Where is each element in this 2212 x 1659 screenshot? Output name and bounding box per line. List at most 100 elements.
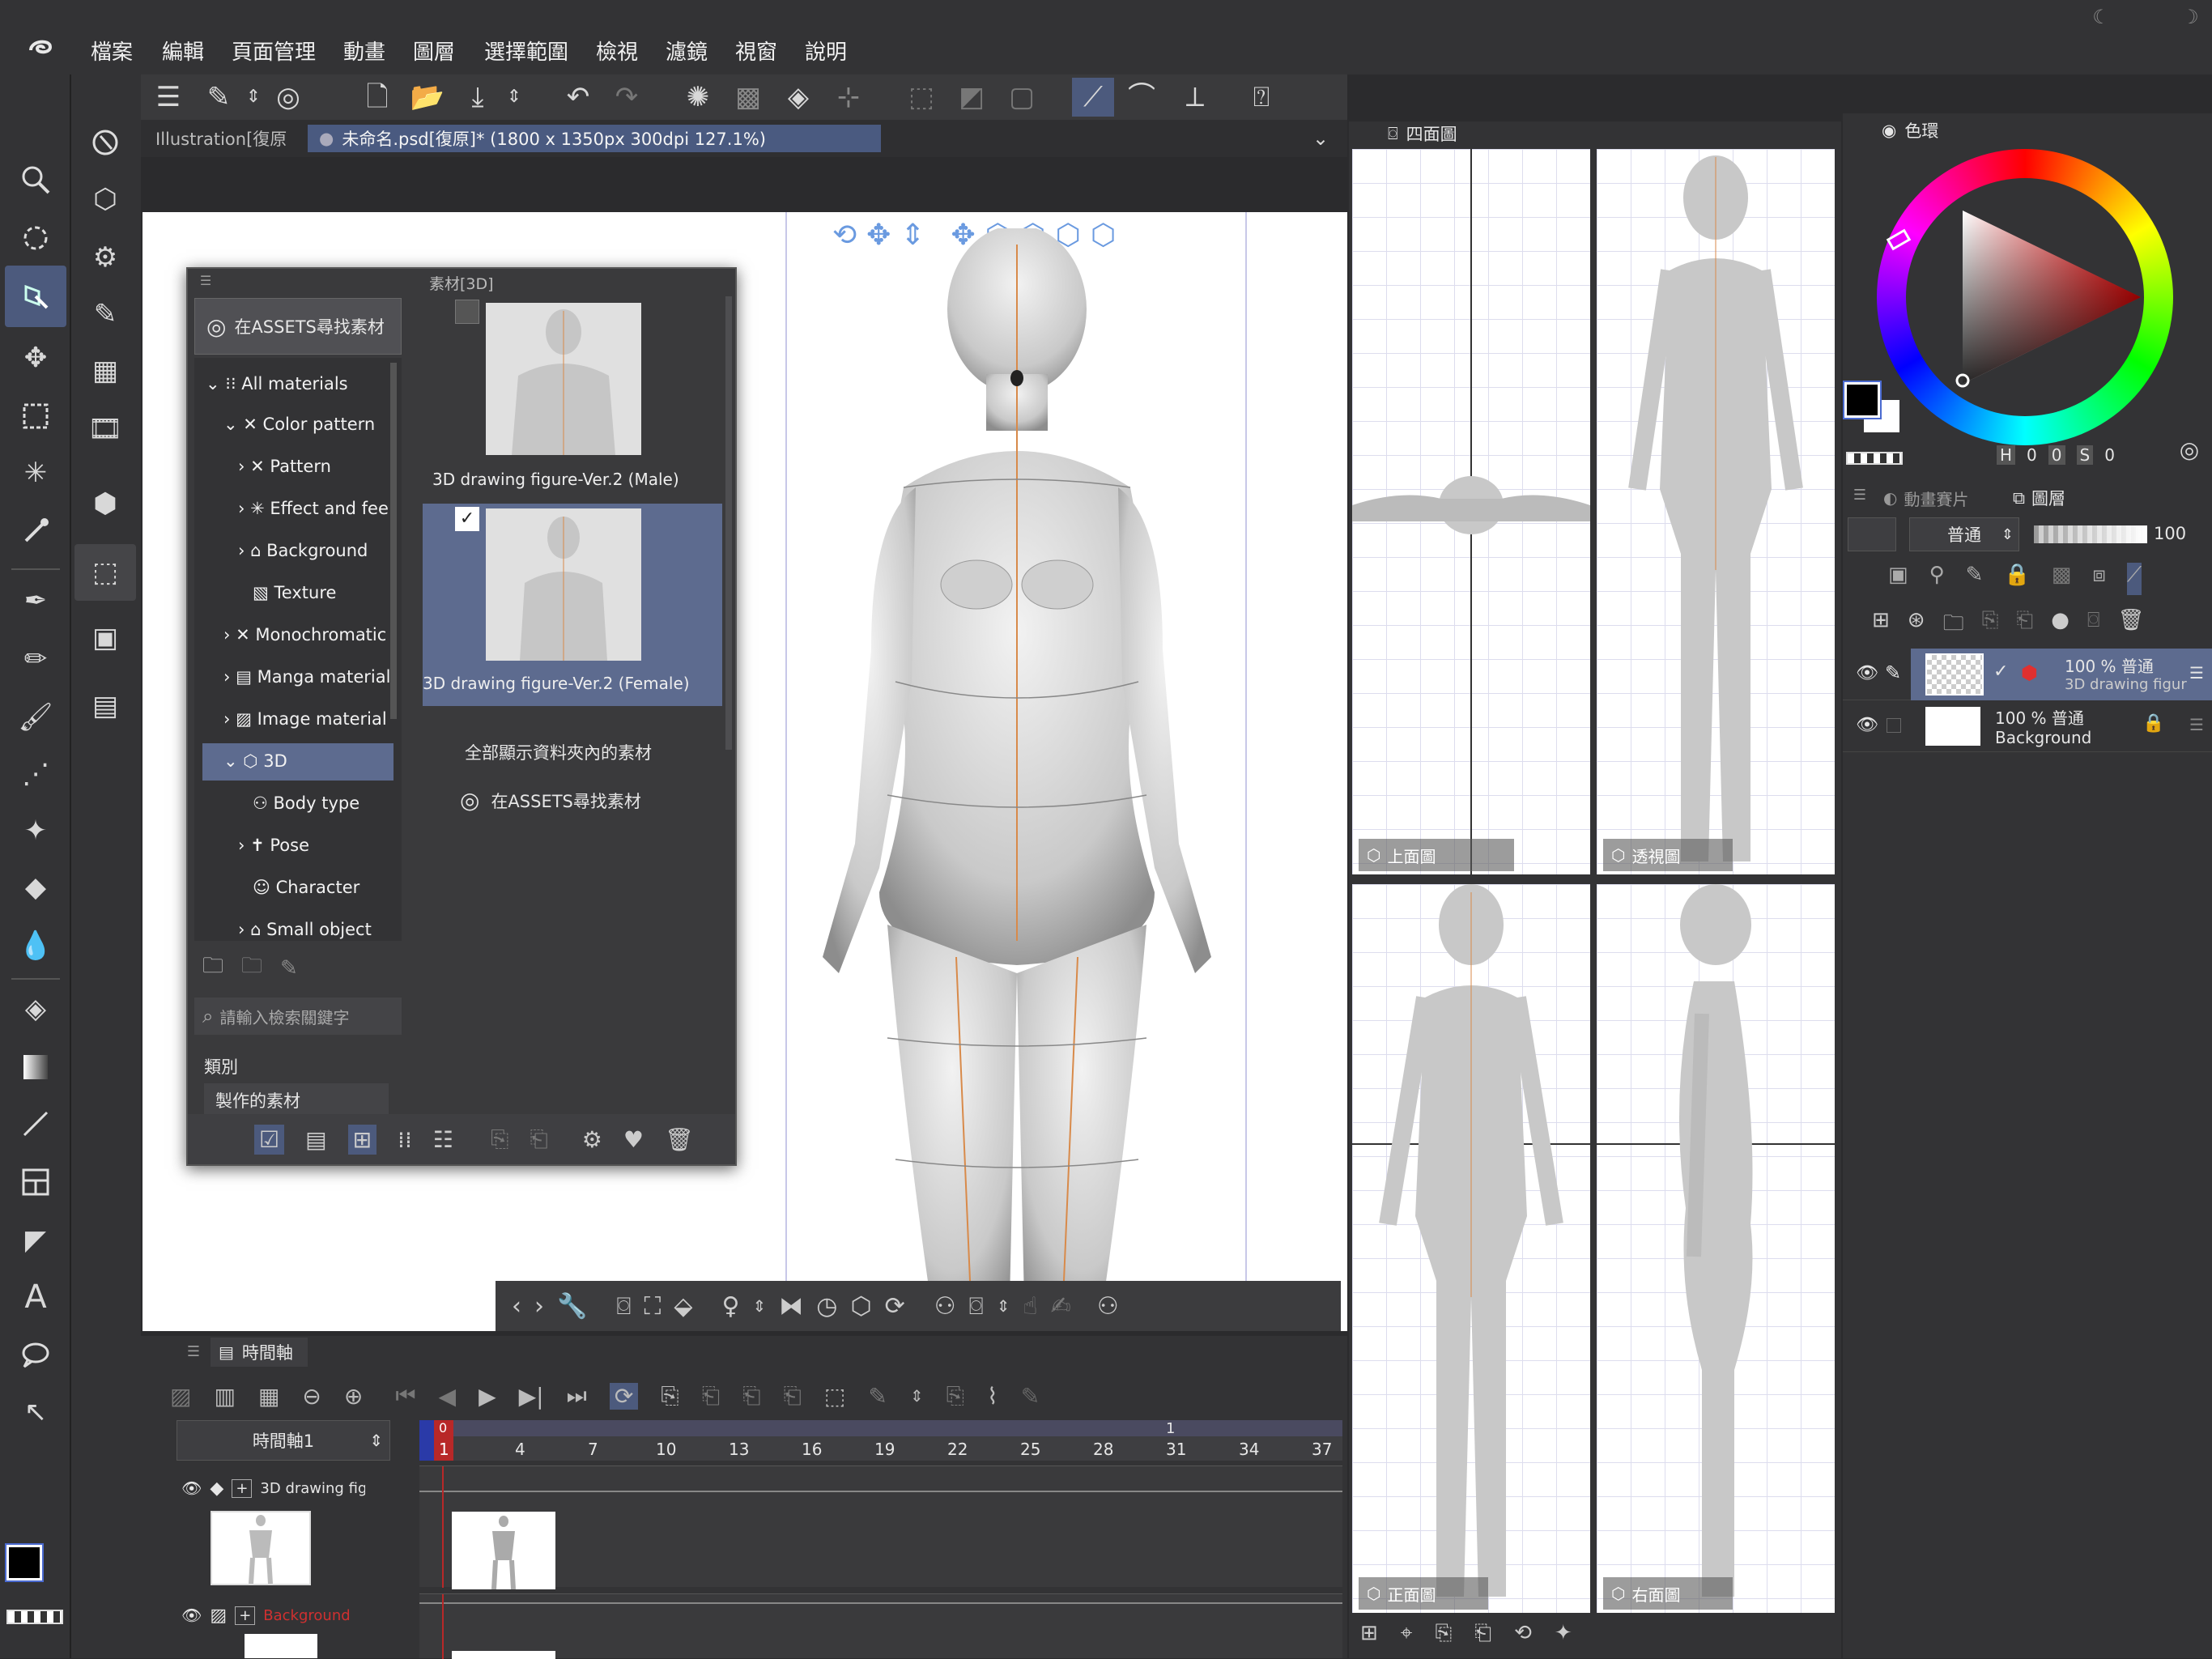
keyframe-copy-icon[interactable]: ⎘ <box>946 1382 964 1410</box>
layer-property-icon[interactable]: ▣ <box>81 614 130 662</box>
eye-icon[interactable]: 👁 <box>1856 715 1878 735</box>
spiral-icon[interactable]: ◎ <box>272 81 304 113</box>
save-icon[interactable]: ⤓ <box>462 81 494 113</box>
material-list-scrollbar[interactable] <box>725 296 732 750</box>
reset-icon[interactable]: ⟳ <box>885 1292 905 1321</box>
flip-icon[interactable]: ⧓ <box>779 1292 803 1321</box>
center-icon[interactable]: ⌖ <box>1401 1621 1413 1653</box>
tree-monochromatic[interactable]: › ✕ Monochromatic <box>223 625 386 644</box>
3d-female-figure[interactable] <box>774 228 1260 1331</box>
transform-icon[interactable]: ⊹ <box>832 81 865 113</box>
menu-window[interactable]: 視窗 <box>735 36 777 66</box>
color-wheel-tab[interactable]: ◉ 色環 <box>1882 118 1938 143</box>
3d-settings-icon[interactable]: ⚙ <box>81 233 130 282</box>
tree-3d[interactable]: ⌄ ⬡ 3D <box>223 751 287 771</box>
perspective-view[interactable]: ⬡ 透視圖 <box>1597 149 1835 874</box>
loop-icon[interactable]: ⟳ <box>609 1382 639 1410</box>
pose-icon[interactable]: ♀ <box>721 1292 739 1321</box>
opacity-value[interactable]: 100 <box>2154 524 2186 543</box>
camera-icon[interactable]: ⌼ <box>616 1292 631 1321</box>
draft-icon[interactable]: ✎ <box>1966 563 1984 595</box>
menu-icon[interactable]: ☰ <box>152 81 185 113</box>
delete-folder-icon[interactable]: 🗀 <box>241 951 262 986</box>
edit-target-box[interactable] <box>1887 718 1901 733</box>
cel-spec-icon[interactable]: ⎗ <box>784 1382 802 1410</box>
menu-animation[interactable]: 動畫 <box>343 36 385 66</box>
frame-icon[interactable] <box>11 1158 60 1206</box>
search-field[interactable]: ⌕ 請輸入檢索關鍵字 <box>194 998 402 1035</box>
tree-scrollbar[interactable] <box>390 363 397 719</box>
tree-pose[interactable]: › ✝ Pose <box>238 836 309 855</box>
layout-icon[interactable]: ⊞ <box>1360 1621 1378 1653</box>
airbrush-icon[interactable]: ⋰ <box>11 750 60 798</box>
magic-wand-icon[interactable]: ✳ <box>11 449 60 497</box>
timeline-selector[interactable]: 時間軸1 ⇕ <box>177 1420 390 1461</box>
chevron-down-icon[interactable]: ⌄ <box>1307 125 1334 152</box>
sparkle-icon[interactable]: ✦ <box>1555 1621 1572 1653</box>
correct-line-icon[interactable]: ↖ <box>11 1388 60 1436</box>
tree-manga-material[interactable]: › ▤ Manga material <box>223 667 390 687</box>
edit-target-icon[interactable]: ✎ <box>1885 661 1901 684</box>
first-frame-icon[interactable]: ⏮ <box>395 1382 415 1410</box>
transparent-color-swatch[interactable] <box>6 1610 63 1624</box>
zoom-in-icon[interactable]: ⊕ <box>344 1383 363 1410</box>
expand-icon[interactable]: + <box>232 1478 253 1498</box>
pen-disabled-icon[interactable]: ✎ <box>1021 1383 1040 1410</box>
layer-menu-icon[interactable]: ☰ <box>2189 663 2204 683</box>
redo-icon[interactable]: ↷ <box>610 81 643 113</box>
mask-add-icon[interactable]: ● <box>2051 608 2069 640</box>
film-icon[interactable]: 🎞 <box>81 405 130 453</box>
lock-transparent-icon[interactable]: ▩ <box>2052 563 2072 595</box>
new-timeline-icon[interactable]: ▥ <box>214 1383 235 1410</box>
checkmark-icon[interactable]: ✓ <box>455 507 479 531</box>
clip-icon[interactable]: ▣ <box>1888 563 1908 595</box>
track-row[interactable] <box>419 1593 1342 1659</box>
right-view[interactable]: ⬡ 右面圖 <box>1597 884 1835 1613</box>
tab-illustration[interactable]: Illustration[復原 <box>144 125 306 152</box>
menu-help[interactable]: 說明 <box>805 36 847 66</box>
stepper-icon[interactable]: ⇕ <box>502 81 526 113</box>
tree-character[interactable]: ☺ Character <box>253 878 359 897</box>
blend-icon[interactable]: 💧 <box>11 921 60 970</box>
rect-select-icon[interactable] <box>11 392 60 440</box>
small-thumb-icon[interactable]: ⁞⁞ <box>398 1126 412 1153</box>
timeline-tab[interactable]: ▤ 時間軸 <box>211 1338 308 1367</box>
tree-all-materials[interactable]: ⌄ ⁝⁝ All materials <box>206 374 348 393</box>
tree-image-material[interactable]: › ▨ Image material <box>223 709 387 729</box>
timeline-settings-icon[interactable]: ▦ <box>258 1383 279 1410</box>
snap-special-icon[interactable]: ⌒ <box>1125 81 1158 113</box>
tree-effect[interactable]: › ✳ Effect and fee <box>238 499 389 518</box>
deselect-icon[interactable]: ⬚ <box>905 81 938 113</box>
material-checkbox[interactable] <box>455 300 479 324</box>
moon-icon[interactable]: ☽ <box>2178 5 2202 29</box>
assets-link[interactable]: ◎ 在ASSETS尋找素材 <box>460 787 641 814</box>
copy-view-icon[interactable]: ⎗ <box>1474 1621 1491 1653</box>
balloon-icon[interactable] <box>11 1331 60 1380</box>
lock-icon[interactable]: 🔒 <box>2004 563 2030 595</box>
ruler-in-marker[interactable] <box>419 1420 434 1461</box>
object-tool-icon[interactable] <box>5 266 66 327</box>
panel-menu-icon[interactable]: ☰ <box>196 272 215 290</box>
ruler-icon[interactable]: ◤ <box>11 1216 60 1265</box>
wrench-icon[interactable]: 🔧 <box>557 1292 587 1321</box>
gradient-icon[interactable] <box>11 1043 60 1091</box>
hand-edit-icon[interactable]: ✍ <box>1051 1292 1071 1321</box>
crop-icon[interactable]: ▢ <box>1006 81 1038 113</box>
clock-icon[interactable]: ◷ <box>816 1292 837 1321</box>
menu-filter[interactable]: 濾鏡 <box>666 36 708 66</box>
cel-icon[interactable]: ⎗ <box>702 1382 720 1410</box>
large-thumb-icon[interactable]: ⊞ <box>347 1124 377 1155</box>
show-all-materials-link[interactable]: 全部顯示資料夾內的素材 <box>465 740 652 764</box>
detail-view-icon[interactable]: ☑ <box>254 1124 285 1155</box>
eye-icon[interactable]: 👁 <box>181 1606 202 1625</box>
material-thumbnail-female[interactable] <box>486 508 641 661</box>
opacity-slider[interactable] <box>2034 525 2147 543</box>
object-subtool-icon[interactable] <box>81 118 130 167</box>
settings-icon[interactable]: ⚙ <box>582 1126 602 1153</box>
register-icon[interactable]: ⬡ <box>850 1292 871 1321</box>
stepper-icon[interactable]: ⇕ <box>241 81 266 113</box>
favorite-icon[interactable]: ♥ <box>623 1126 644 1153</box>
main-color-swatch[interactable] <box>1843 381 1882 419</box>
reference-icon[interactable]: ⚲ <box>1929 563 1945 595</box>
layer-menu-icon[interactable]: ☰ <box>2189 715 2204 734</box>
